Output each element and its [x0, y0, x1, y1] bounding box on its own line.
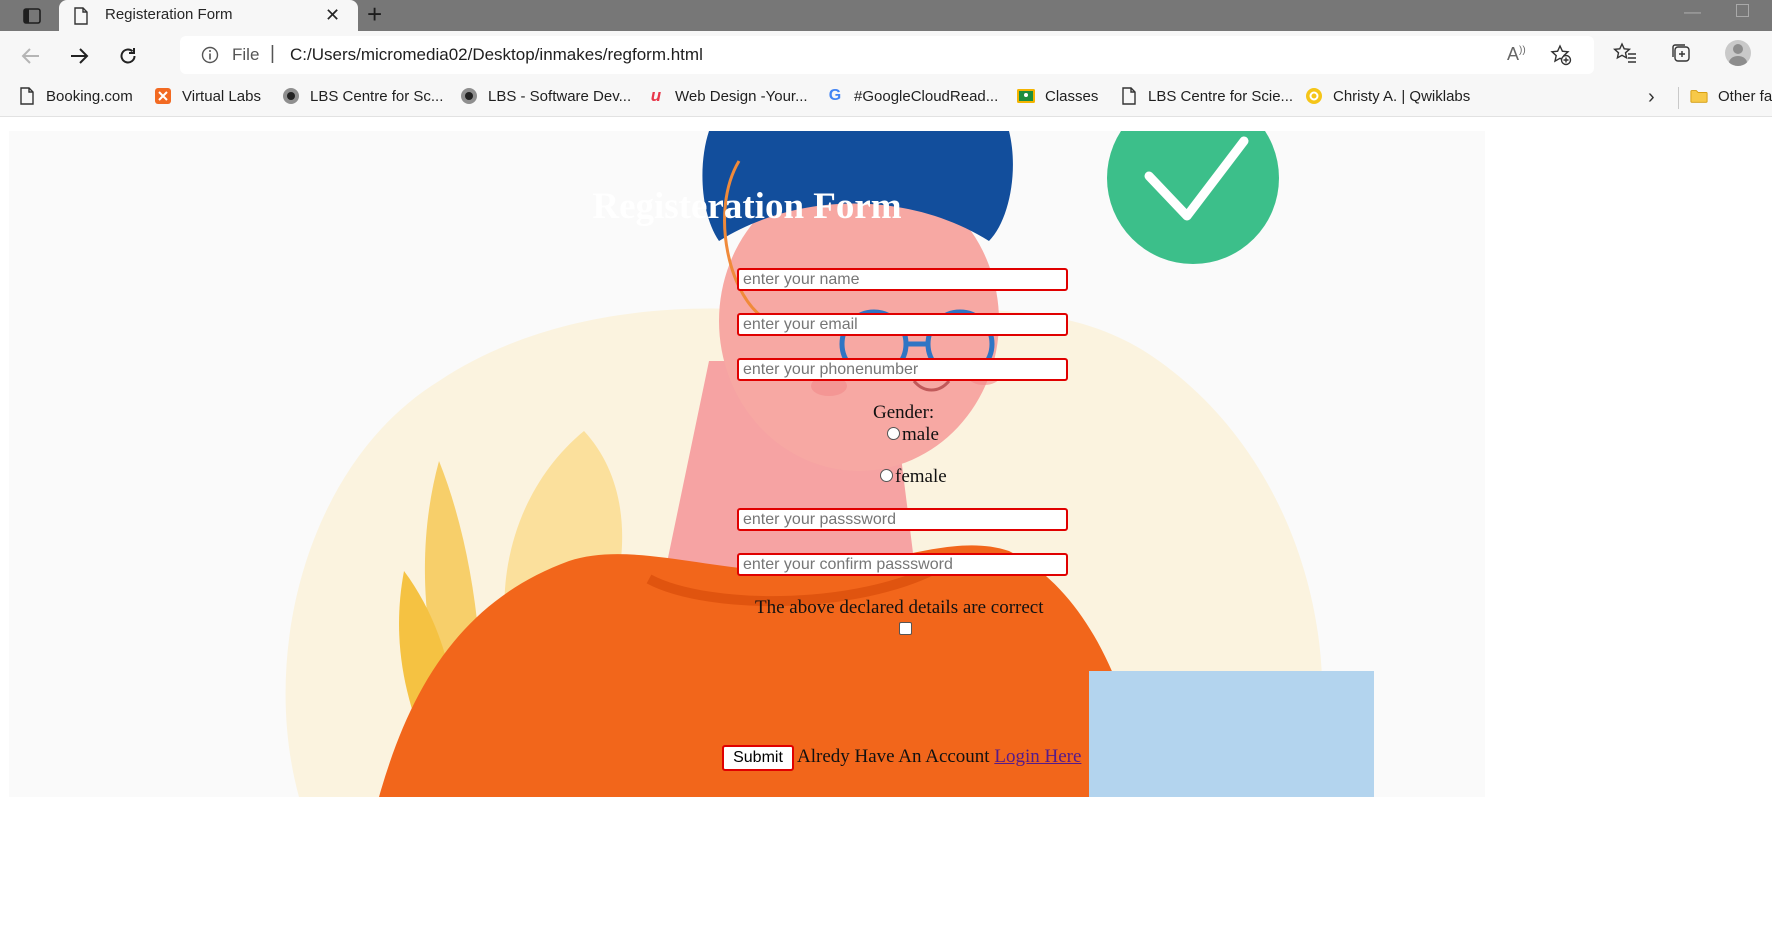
bookmark-label: #GoogleCloudRead... [854, 87, 999, 105]
email-input[interactable] [737, 313, 1068, 336]
bookmark-google-cloud[interactable]: G #GoogleCloudRead... [826, 87, 999, 105]
phone-input[interactable] [737, 358, 1068, 381]
bookmark-label: Christy A. | Qwiklabs [1333, 87, 1471, 105]
bookmark-divider [1678, 87, 1679, 109]
submit-button[interactable]: Submit [722, 745, 794, 771]
webdesign-icon: u [650, 86, 662, 105]
active-tab[interactable]: Registeration Form ✕ [59, 0, 358, 31]
folder-icon [1690, 87, 1708, 105]
reload-icon[interactable] [113, 41, 143, 71]
bookmark-label: LBS Centre for Scie... [1148, 87, 1294, 105]
page-icon [1120, 87, 1138, 105]
registration-form: Registeration Form Gender: male female T… [9, 131, 1485, 797]
bookmark-classes[interactable]: Classes [1017, 87, 1098, 105]
bookmark-lbs-centre[interactable]: LBS Centre for Sc... [282, 87, 443, 105]
gender-label: Gender: [873, 402, 935, 423]
tab-actions-icon[interactable] [14, 4, 50, 28]
qwiklabs-icon [1305, 87, 1323, 105]
classroom-icon [1017, 87, 1035, 105]
bookmark-label: Booking.com [46, 87, 133, 105]
address-separator: | [270, 43, 275, 64]
profile-avatar[interactable] [1725, 40, 1751, 66]
bookmarks-bar: Booking.com Virtual Labs LBS Centre for … [0, 81, 1772, 117]
chevron-right-icon[interactable]: › [1648, 86, 1655, 109]
scheme-label: File [232, 45, 260, 64]
collections-icon[interactable] [1670, 42, 1692, 69]
account-text: Alredy Have An Account [797, 746, 990, 767]
bookmark-label: LBS - Software Dev... [488, 87, 632, 105]
bookmark-virtual-labs[interactable]: Virtual Labs [154, 87, 261, 105]
gender-female-radio[interactable] [880, 469, 893, 482]
declaration-label: The above declared details are correct [755, 597, 1044, 618]
forward-icon[interactable] [64, 41, 94, 71]
page-icon [74, 7, 88, 30]
bookmark-qwiklabs[interactable]: Christy A. | Qwiklabs [1305, 87, 1470, 105]
favorites-icon[interactable] [1612, 42, 1637, 69]
url-text[interactable]: C:/Users/micromedia02/Desktop/inmakes/re… [290, 45, 703, 65]
lbs-icon [460, 87, 478, 105]
declaration-checkbox[interactable] [899, 622, 912, 635]
bookmark-web-design[interactable]: u Web Design -Your... [647, 86, 808, 105]
tab-title: Registeration Form [105, 6, 233, 23]
read-aloud-icon[interactable]: A)) [1507, 44, 1526, 65]
bookmark-lbs-science[interactable]: LBS Centre for Scie... [1120, 87, 1293, 105]
lbs-icon [282, 87, 300, 105]
password-input[interactable] [737, 508, 1068, 531]
minimize-icon[interactable]: — [1684, 2, 1701, 22]
bookmark-booking[interactable]: Booking.com [18, 87, 133, 105]
info-icon[interactable] [201, 46, 219, 69]
confirm-password-input[interactable] [737, 553, 1068, 576]
browser-toolbar: File | C:/Users/micromedia02/Desktop/inm… [0, 31, 1772, 81]
bookmark-lbs-software[interactable]: LBS - Software Dev... [460, 87, 631, 105]
back-icon[interactable] [16, 41, 46, 71]
virtual-labs-icon [154, 87, 172, 105]
add-favorite-icon[interactable] [1550, 44, 1572, 71]
bookmark-label: Classes [1045, 87, 1099, 105]
address-bar[interactable]: File | C:/Users/micromedia02/Desktop/inm… [180, 36, 1594, 74]
tab-strip: Registeration Form ✕ + — [0, 0, 1772, 31]
login-link[interactable]: Login Here [994, 746, 1081, 767]
bookmark-label: Web Design -Your... [675, 87, 808, 105]
google-icon: G [828, 87, 842, 104]
gender-male-label: male [902, 424, 939, 445]
page-viewport: Registeration Form Gender: male female T… [9, 131, 1485, 797]
name-input[interactable] [737, 268, 1068, 291]
maximize-icon[interactable] [1736, 4, 1749, 17]
account-prompt: Alredy Have An Account Login Here [797, 746, 1081, 768]
bookmark-label: LBS Centre for Sc... [310, 87, 444, 105]
bookmark-other-favorites[interactable]: Other fa [1690, 87, 1772, 105]
form-title: Registeration Form [592, 186, 902, 227]
new-tab-icon[interactable]: + [367, 0, 382, 30]
close-tab-icon[interactable]: ✕ [325, 5, 340, 26]
bookmark-label: Other fa [1718, 87, 1772, 105]
gender-male-radio[interactable] [887, 427, 900, 440]
page-icon [18, 87, 36, 105]
gender-female-label: female [895, 466, 947, 487]
bookmark-label: Virtual Labs [182, 87, 261, 105]
